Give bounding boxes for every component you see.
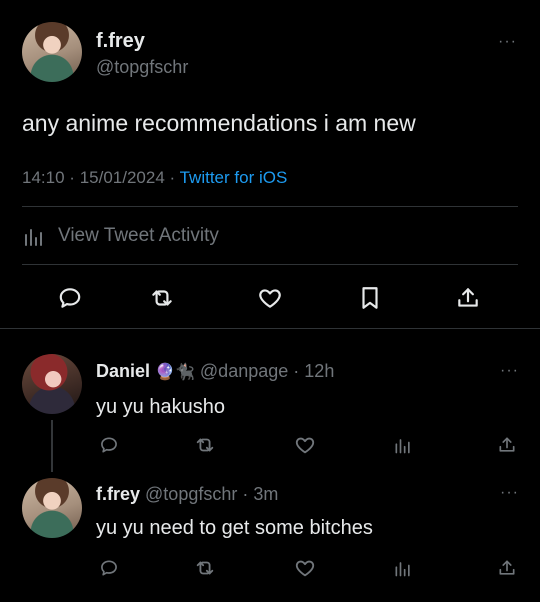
share-button[interactable] xyxy=(452,282,484,314)
activity-button[interactable] xyxy=(390,555,416,581)
bookmark-button[interactable] xyxy=(354,282,386,314)
reply-icon xyxy=(59,288,81,308)
reply-icon xyxy=(101,560,117,576)
retweet-button[interactable] xyxy=(146,282,178,314)
meta-separator: · xyxy=(69,168,75,187)
thread-connector-line xyxy=(51,420,53,472)
more-options-icon[interactable]: ··· xyxy=(500,362,519,380)
view-tweet-activity[interactable]: View Tweet Activity xyxy=(22,222,219,250)
name-emoji: 🔮🐈‍⬛ xyxy=(155,364,195,381)
reply-text: yu yu hakusho xyxy=(96,396,225,418)
more-options-icon[interactable]: ··· xyxy=(500,484,519,502)
reply-button[interactable] xyxy=(96,555,122,581)
divider xyxy=(22,264,518,265)
reply-button[interactable] xyxy=(54,282,86,314)
meta-separator: · xyxy=(293,361,300,381)
reply-author-avatar[interactable] xyxy=(22,354,82,414)
reply-author-handle[interactable]: @topgfschr xyxy=(145,484,237,504)
reply-icon xyxy=(101,437,117,453)
share-button[interactable] xyxy=(494,432,520,458)
activity-chart-icon xyxy=(25,229,42,246)
retweet-icon xyxy=(196,438,214,452)
activity-chart-icon xyxy=(395,439,410,454)
retweet-icon xyxy=(196,561,214,575)
reply-age[interactable]: 12h xyxy=(304,361,334,381)
view-tweet-activity-label: View Tweet Activity xyxy=(58,225,219,246)
tweet-text: any anime recommendations i am new xyxy=(22,110,416,136)
author-handle[interactable]: @topgfschr xyxy=(96,57,188,78)
reply-text: yu yu need to get some bitches xyxy=(96,517,373,539)
retweet-button[interactable] xyxy=(192,432,218,458)
heart-icon xyxy=(295,560,315,577)
divider xyxy=(22,206,518,207)
reply-author-name[interactable]: f.frey xyxy=(96,484,140,504)
bookmark-icon xyxy=(362,287,378,309)
reply-header: Daniel 🔮🐈‍⬛ @danpage · 12h xyxy=(96,361,334,382)
reply-author-avatar[interactable] xyxy=(22,478,82,538)
retweet-icon xyxy=(152,290,172,306)
share-icon xyxy=(499,560,515,575)
tweet-meta: 14:10 · 15/01/2024 · Twitter for iOS xyxy=(22,168,287,188)
author-avatar[interactable] xyxy=(22,22,82,82)
like-button[interactable] xyxy=(292,555,318,581)
tweet-date: 15/01/2024 xyxy=(79,168,165,187)
tweet-time: 14:10 xyxy=(22,168,65,187)
activity-button[interactable] xyxy=(390,432,416,458)
like-button[interactable] xyxy=(254,282,286,314)
retweet-button[interactable] xyxy=(192,555,218,581)
heart-icon xyxy=(259,289,281,308)
reply-author-handle[interactable]: @danpage xyxy=(200,361,288,381)
like-button[interactable] xyxy=(292,432,318,458)
tweet-source-link[interactable]: Twitter for iOS xyxy=(180,168,288,187)
share-icon xyxy=(499,437,515,452)
more-options-icon[interactable]: ··· xyxy=(498,33,517,51)
activity-chart-icon xyxy=(395,562,410,577)
reply-header: f.frey @topgfschr · 3m xyxy=(96,484,278,505)
meta-separator: · xyxy=(169,168,176,187)
heart-icon xyxy=(295,437,315,454)
meta-separator: · xyxy=(242,484,249,504)
author-name[interactable]: f.frey xyxy=(96,30,145,53)
reply-age[interactable]: 3m xyxy=(253,484,278,504)
reply-button[interactable] xyxy=(96,432,122,458)
share-button[interactable] xyxy=(494,555,520,581)
share-icon xyxy=(458,288,478,307)
divider xyxy=(0,328,540,329)
reply-author-name[interactable]: Daniel xyxy=(96,361,150,381)
